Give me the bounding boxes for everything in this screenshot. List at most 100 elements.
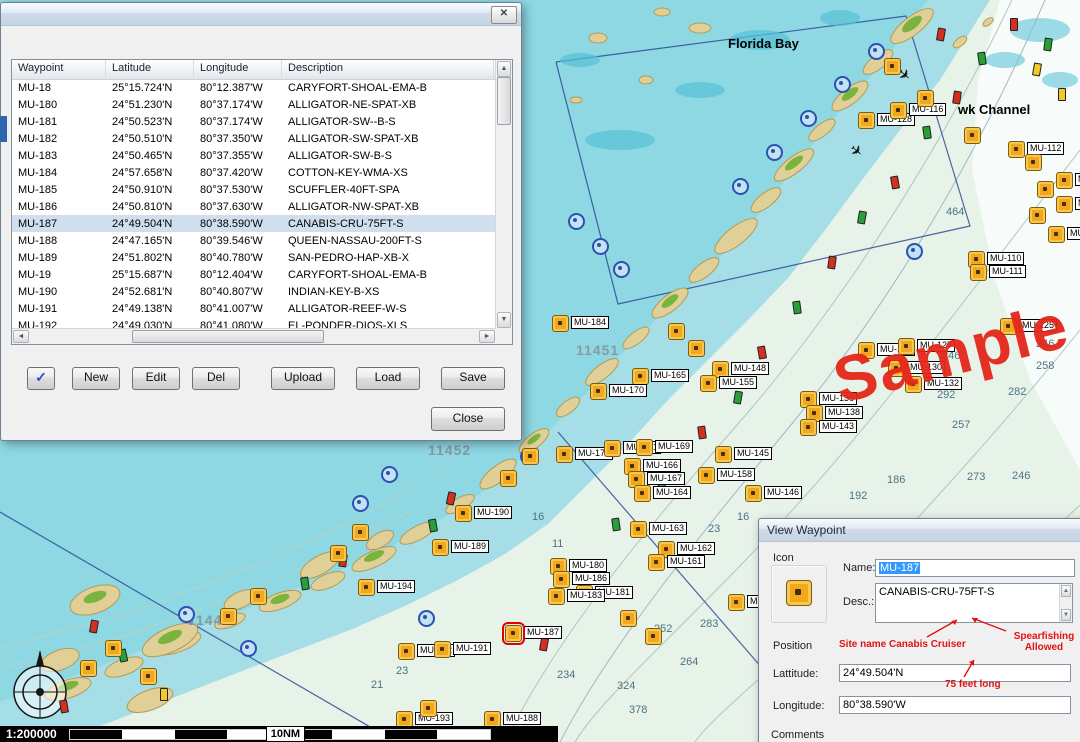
cell-latitude: 24°50.910'N xyxy=(106,184,194,196)
cell-description: ALLIGATOR-NE-SPAT-XB xyxy=(282,99,494,111)
table-row[interactable]: MU-18224°50.510'N80°37.350'WALLIGATOR-SW… xyxy=(12,130,496,147)
vertical-scroll-thumb[interactable] xyxy=(497,77,511,125)
cell-longitude: 80°37.420'W xyxy=(194,167,282,179)
del-button[interactable]: Del xyxy=(192,367,240,390)
cell-latitude: 25°15.724'N xyxy=(106,82,194,94)
cell-longitude: 80°37.174'W xyxy=(194,99,282,111)
check-button[interactable]: ✓ xyxy=(27,367,55,390)
upload-button[interactable]: Upload xyxy=(271,367,335,390)
longitude-label: Longitude: xyxy=(773,700,824,712)
table-row[interactable]: MU-18124°50.523'N80°37.174'WALLIGATOR-SW… xyxy=(12,113,496,130)
cell-description: CANABIS-CRU-75FT-S xyxy=(282,218,494,230)
cell-description: SAN-PEDRO-HAP-XB-X xyxy=(282,252,494,264)
cell-latitude: 24°49.504'N xyxy=(106,218,194,230)
scroll-down-icon[interactable]: ▼ xyxy=(1061,609,1071,621)
cell-longitude: 80°37.174'W xyxy=(194,116,282,128)
desc-value: CANABIS-CRU-75FT-S xyxy=(879,586,995,598)
scroll-up-icon[interactable]: ▲ xyxy=(1061,585,1071,597)
cell-waypoint: MU-184 xyxy=(12,167,106,179)
column-header-description[interactable]: Description xyxy=(282,60,494,79)
scroll-right-icon[interactable]: ► xyxy=(479,330,495,343)
waypoint-icon-button[interactable] xyxy=(786,580,812,606)
table-row[interactable]: MU-1925°15.687'N80°12.404'WCARYFORT-SHOA… xyxy=(12,266,496,283)
position-label: Position xyxy=(773,640,812,652)
table-row[interactable]: MU-18824°47.165'N80°39.546'WQUEEN-NASSAU… xyxy=(12,232,496,249)
table-header[interactable]: Waypoint Latitude Longitude Description xyxy=(12,60,496,80)
cell-description: INDIAN-KEY-B-XS xyxy=(282,286,494,298)
desc-input[interactable]: CANABIS-CRU-75FT-S ▲ ▼ xyxy=(875,583,1073,623)
table-row[interactable]: MU-18024°51.230'N80°37.174'WALLIGATOR-NE… xyxy=(12,96,496,113)
cell-description: ALLIGATOR-SW--B-S xyxy=(282,116,494,128)
name-input[interactable]: MU-187 xyxy=(875,559,1075,577)
latitude-value: 24°49.504'N xyxy=(843,667,903,679)
cell-waypoint: MU-190 xyxy=(12,286,106,298)
cell-description: COTTON-KEY-WMA-XS xyxy=(282,167,494,179)
cell-waypoint: MU-180 xyxy=(12,99,106,111)
load-button[interactable]: Load xyxy=(356,367,420,390)
list-dialog-titlebar[interactable]: ✕ xyxy=(1,3,521,26)
cell-latitude: 24°50.510'N xyxy=(106,133,194,145)
horizontal-scrollbar[interactable]: ◄ ► xyxy=(12,328,496,344)
new-button[interactable]: New xyxy=(72,367,120,390)
name-label: Name: xyxy=(843,562,875,574)
longitude-value: 80°38.590'W xyxy=(843,699,906,711)
table-row[interactable]: MU-18724°49.504'N80°38.590'WCANABIS-CRU-… xyxy=(12,215,496,232)
cell-waypoint: MU-18 xyxy=(12,82,106,94)
cell-longitude: 80°37.530'W xyxy=(194,184,282,196)
desc-label: Desc.: xyxy=(843,596,874,608)
comments-label: Comments xyxy=(771,729,824,741)
view-dialog-titlebar[interactable]: View Waypoint xyxy=(759,519,1080,542)
cell-latitude: 24°57.658'N xyxy=(106,167,194,179)
longitude-input[interactable]: 80°38.590'W xyxy=(839,696,1071,714)
desc-scrollbar[interactable]: ▲ ▼ xyxy=(1059,584,1072,622)
cell-latitude: 24°51.230'N xyxy=(106,99,194,111)
cell-description: SCUFFLER-40FT-SPA xyxy=(282,184,494,196)
table-row[interactable]: MU-18924°51.802'N80°40.780'WSAN-PEDRO-HA… xyxy=(12,249,496,266)
close-button[interactable]: Close xyxy=(431,407,505,431)
view-dialog-title: View Waypoint xyxy=(759,523,846,537)
table-row[interactable]: MU-18324°50.465'N80°37.355'WALLIGATOR-SW… xyxy=(12,147,496,164)
scrollbar-corner xyxy=(496,329,512,344)
waypoint-table: Waypoint Latitude Longitude Description … xyxy=(11,59,513,345)
cell-description: CARYFORT-SHOAL-EMA-B xyxy=(282,269,494,281)
cell-longitude: 80°40.807'W xyxy=(194,286,282,298)
cell-description: ALLIGATOR-NW-SPAT-XB xyxy=(282,201,494,213)
edit-button[interactable]: Edit xyxy=(132,367,180,390)
vertical-scrollbar[interactable]: ▲ ▼ xyxy=(495,60,512,329)
cell-description: CARYFORT-SHOAL-EMA-B xyxy=(282,82,494,94)
annotation-length: 75 feet long xyxy=(945,679,1001,690)
cell-latitude: 24°49.138'N xyxy=(106,303,194,315)
scroll-left-icon[interactable]: ◄ xyxy=(13,330,29,343)
scroll-up-icon[interactable]: ▲ xyxy=(497,61,511,77)
scroll-down-icon[interactable]: ▼ xyxy=(497,312,511,328)
cell-latitude: 25°15.687'N xyxy=(106,269,194,281)
column-header-longitude[interactable]: Longitude xyxy=(194,60,282,79)
cell-latitude: 24°47.165'N xyxy=(106,235,194,247)
table-row[interactable]: MU-18624°50.810'N80°37.630'WALLIGATOR-NW… xyxy=(12,198,496,215)
cell-longitude: 80°38.590'W xyxy=(194,218,282,230)
save-button[interactable]: Save xyxy=(441,367,505,390)
table-row[interactable]: MU-1825°15.724'N80°12.387'WCARYFORT-SHOA… xyxy=(12,79,496,96)
column-header-waypoint[interactable]: Waypoint xyxy=(12,60,106,79)
cell-waypoint: MU-181 xyxy=(12,116,106,128)
screen: 4642462582462822922572732461861922291623… xyxy=(0,0,1080,742)
cell-longitude: 80°39.546'W xyxy=(194,235,282,247)
cell-waypoint: MU-191 xyxy=(12,303,106,315)
scale-ruler: 10NM xyxy=(69,729,491,740)
background-selection-fragment xyxy=(0,116,7,142)
cell-longitude: 80°12.387'W xyxy=(194,82,282,94)
cell-latitude: 24°52.681'N xyxy=(106,286,194,298)
horizontal-scroll-thumb[interactable] xyxy=(132,330,324,343)
close-icon[interactable]: ✕ xyxy=(491,6,517,24)
cell-longitude: 80°12.404'W xyxy=(194,269,282,281)
scale-bar: 1:200000 10NM xyxy=(0,726,558,742)
latitude-label: Lattitude: xyxy=(773,668,818,680)
cell-waypoint: MU-186 xyxy=(12,201,106,213)
table-row[interactable]: MU-18424°57.658'N80°37.420'WCOTTON-KEY-W… xyxy=(12,164,496,181)
annotation-site-name: Site name Canabis Cruiser xyxy=(839,639,966,650)
table-row[interactable]: MU-18524°50.910'N80°37.530'WSCUFFLER-40F… xyxy=(12,181,496,198)
scale-distance: 10NM xyxy=(266,726,305,742)
table-row[interactable]: MU-19024°52.681'N80°40.807'WINDIAN-KEY-B… xyxy=(12,283,496,300)
table-row[interactable]: MU-19124°49.138'N80°41.007'WALLIGATOR-RE… xyxy=(12,300,496,317)
column-header-latitude[interactable]: Latitude xyxy=(106,60,194,79)
